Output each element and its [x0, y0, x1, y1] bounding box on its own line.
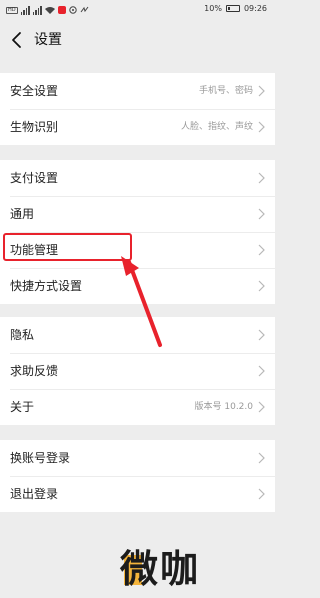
settings-item-label: 生物识别: [10, 120, 59, 134]
watermark-text: 微咖: [120, 547, 201, 591]
clock: 09:26: [243, 4, 267, 13]
settings-item-label: 通用: [10, 207, 35, 221]
chevron-right-icon: [258, 244, 265, 256]
chevron-right-icon: [258, 452, 265, 464]
battery-percent: 10%: [204, 4, 222, 13]
settings-item-help-feedback[interactable]: 求助反馈: [0, 353, 275, 389]
status-icons-right: 10% 09:26: [204, 4, 267, 13]
settings-group-account: 换账号登录 退出登录: [0, 440, 275, 512]
settings-item-payment[interactable]: 支付设置: [0, 160, 275, 196]
page-title: 设置: [34, 32, 62, 48]
signal-icon: [32, 5, 42, 15]
chevron-right-icon: [258, 85, 265, 97]
settings-item-label: 退出登录: [10, 487, 59, 501]
settings-item-switch-account[interactable]: 换账号登录: [0, 440, 275, 476]
settings-item-label: 换账号登录: [10, 451, 71, 465]
wifi-icon: [44, 7, 55, 14]
chevron-right-icon: [258, 365, 265, 377]
signal-4g-icon: [20, 5, 30, 15]
chevron-right-icon: [258, 280, 265, 292]
settings-item-label: 隐私: [10, 328, 35, 342]
settings-item-label: 支付设置: [10, 171, 59, 185]
app-notification-icon: [57, 6, 66, 14]
settings-group-privacy: 隐私 求助反馈 关于 版本号 10.2.0: [0, 317, 275, 425]
hd-icon: HD: [6, 6, 18, 14]
settings-item-biometrics[interactable]: 生物识别 人脸、指纹、声纹: [0, 109, 275, 145]
nfc-icon: [80, 6, 89, 13]
settings-item-logout[interactable]: 退出登录: [0, 476, 275, 512]
chevron-right-icon: [258, 121, 265, 133]
settings-item-general[interactable]: 通用: [0, 196, 275, 232]
status-icons-left: HD: [6, 5, 89, 15]
chevron-right-icon: [258, 329, 265, 341]
title-bar: 设置: [0, 20, 275, 60]
location-icon: [68, 6, 77, 14]
annotation-highlight-box: [3, 233, 132, 261]
settings-item-label: 快捷方式设置: [10, 279, 83, 293]
settings-item-value: 人脸、指纹、声纹: [180, 122, 253, 132]
settings-item-value: 手机号、密码: [198, 86, 253, 96]
settings-item-about[interactable]: 关于 版本号 10.2.0: [0, 389, 275, 425]
settings-item-value: 版本号 10.2.0: [194, 402, 254, 412]
chevron-right-icon: [258, 401, 265, 413]
settings-item-privacy[interactable]: 隐私: [0, 317, 275, 353]
watermark-logo: 微咖: [120, 545, 240, 595]
chevron-right-icon: [258, 172, 265, 184]
settings-group-general: 支付设置 通用 功能管理 快捷方式设置: [0, 160, 275, 304]
settings-item-label: 关于: [10, 400, 35, 414]
chevron-right-icon: [258, 208, 265, 220]
settings-item-security[interactable]: 安全设置 手机号、密码: [0, 73, 275, 109]
battery-icon: [225, 5, 240, 12]
settings-item-label: 求助反馈: [10, 364, 59, 378]
back-arrow-icon[interactable]: [10, 31, 24, 49]
settings-group-account-security: 安全设置 手机号、密码 生物识别 人脸、指纹、声纹: [0, 73, 275, 145]
chevron-right-icon: [258, 488, 265, 500]
settings-item-shortcuts[interactable]: 快捷方式设置: [0, 268, 275, 304]
status-bar: HD 10% 09:26: [0, 0, 275, 20]
settings-item-label: 安全设置: [10, 84, 59, 98]
